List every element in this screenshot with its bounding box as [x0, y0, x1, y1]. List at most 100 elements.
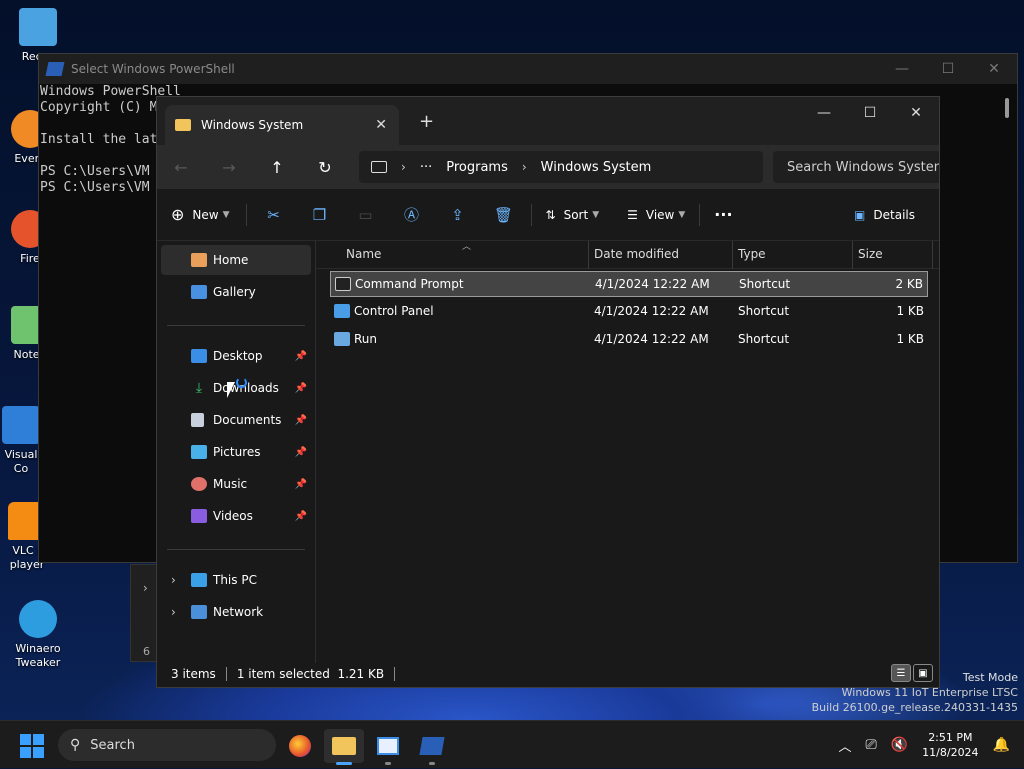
notification-bell-icon[interactable]: 🔔 [993, 737, 1010, 753]
sidebar-item-network[interactable]: › Network [161, 597, 311, 627]
table-row[interactable]: Command Prompt 4/1/2024 12:22 AM Shortcu… [330, 271, 928, 297]
pin-icon[interactable]: 📌 [295, 479, 307, 490]
sidebar-item-documents[interactable]: Documents 📌 [161, 405, 311, 435]
sidebar-item-videos[interactable]: Videos 📌 [161, 501, 311, 531]
sidebar-item-label: Videos [213, 509, 253, 523]
clock-date: 11/8/2024 [922, 746, 979, 759]
pin-icon[interactable]: 📌 [295, 511, 307, 522]
desktop-icon-vscode[interactable]: Visual Co [0, 406, 42, 476]
desktop-icon-label: Fire [20, 252, 40, 265]
share-icon[interactable]: ⇪ [435, 206, 481, 224]
home-icon [191, 253, 207, 267]
background-window-text: 6 [143, 645, 150, 658]
cut-icon[interactable]: ✂ [251, 206, 297, 224]
maximize-icon[interactable]: ☐ [847, 97, 893, 129]
taskbar-app-window[interactable] [368, 729, 408, 765]
navigation-pane: Home Gallery Desktop 📌 ⤓ Downloads 📌 Doc… [157, 241, 315, 663]
table-row[interactable]: Run 4/1/2024 12:22 AM Shortcut 1 KB [330, 327, 928, 353]
forward-arrow-icon[interactable]: → [205, 158, 253, 177]
busy-spinner-icon [236, 377, 247, 388]
column-header-date[interactable]: Date modified [594, 247, 679, 261]
chevron-right-icon[interactable]: › [522, 160, 527, 174]
up-arrow-icon[interactable]: ↑ [253, 158, 301, 177]
view-button[interactable]: ☰ View ▼ [627, 208, 685, 222]
pin-icon[interactable]: 📌 [295, 383, 307, 394]
column-divider[interactable] [732, 241, 733, 269]
pin-icon[interactable]: 📌 [295, 351, 307, 362]
pin-icon[interactable]: 📌 [295, 415, 307, 426]
taskbar-search[interactable]: ⚲ Search [58, 729, 276, 761]
rename-icon[interactable]: Ⓐ [389, 204, 435, 225]
breadcrumb-windows-system[interactable]: Windows System [541, 160, 652, 175]
taskbar-powershell[interactable] [412, 729, 452, 765]
breadcrumb-programs[interactable]: Programs [446, 160, 508, 175]
windows-logo-icon [20, 747, 31, 758]
minimize-icon[interactable]: — [879, 61, 925, 77]
file-size: 1 KB [896, 304, 924, 318]
file-type: Shortcut [738, 332, 790, 346]
chevron-right-icon[interactable]: › [171, 605, 176, 619]
breadcrumb-overflow[interactable]: ··· [420, 160, 432, 175]
column-divider[interactable] [852, 241, 853, 269]
column-divider[interactable] [932, 241, 933, 269]
paste-icon[interactable]: ▭ [343, 206, 389, 224]
details-label: Details [873, 207, 915, 222]
start-button[interactable] [20, 734, 44, 758]
table-row[interactable]: Control Panel 4/1/2024 12:22 AM Shortcut… [330, 299, 928, 325]
delete-icon[interactable]: 🗑 [481, 206, 527, 224]
display-icon[interactable]: ⎚ [866, 737, 877, 753]
maximize-icon[interactable]: ☐ [925, 61, 971, 77]
clock-time: 2:51 PM [928, 731, 973, 744]
tab-windows-system[interactable]: Windows System ✕ [165, 105, 399, 145]
sidebar-item-label: Network [213, 605, 264, 619]
column-header-type[interactable]: Type [738, 247, 766, 261]
column-divider[interactable] [588, 241, 589, 269]
sidebar-item-desktop[interactable]: Desktop 📌 [161, 341, 311, 371]
sidebar-item-gallery[interactable]: Gallery [161, 277, 311, 307]
desktop-icon [191, 349, 207, 363]
sort-button[interactable]: ⇅ Sort ▼ [546, 208, 600, 222]
file-explorer-window[interactable]: Windows System ✕ + — ☐ ✕ ← → ↑ ↻ › ··· P… [156, 96, 940, 688]
new-button[interactable]: ⊕ New ▼ [171, 205, 230, 224]
back-arrow-icon[interactable]: ← [157, 158, 205, 177]
chevron-right-icon[interactable]: › [143, 581, 148, 595]
close-icon[interactable]: ✕ [893, 97, 939, 129]
tab-bar: Windows System ✕ + — ☐ ✕ [157, 97, 939, 145]
this-pc-icon[interactable] [371, 161, 387, 173]
powershell-titlebar[interactable]: Select Windows PowerShell — ☐ ✕ [39, 54, 1017, 84]
chevron-right-icon[interactable]: › [171, 573, 176, 587]
search-input[interactable]: Search Windows System [773, 151, 939, 183]
close-tab-icon[interactable]: ✕ [375, 117, 387, 133]
details-button[interactable]: ▣ Details [854, 208, 915, 222]
chevron-up-icon[interactable]: ︿ [839, 736, 852, 755]
sidebar-item-music[interactable]: Music 📌 [161, 469, 311, 499]
taskbar-file-explorer[interactable] [324, 729, 364, 765]
file-type: Shortcut [738, 304, 790, 318]
sidebar-item-pictures[interactable]: Pictures 📌 [161, 437, 311, 467]
videos-icon [191, 509, 207, 523]
sidebar-item-home[interactable]: Home [161, 245, 311, 275]
refresh-icon[interactable]: ↻ [301, 158, 349, 177]
clock[interactable]: 2:51 PM 11/8/2024 [922, 730, 978, 760]
powershell-scrollbar[interactable] [1005, 98, 1009, 118]
file-list[interactable]: ︿ Name Date modified Type Size Command P… [316, 241, 939, 663]
close-icon[interactable]: ✕ [971, 61, 1017, 77]
desktop-icon-winaero[interactable]: Winaero Tweaker [8, 600, 68, 670]
new-tab-icon[interactable]: + [419, 111, 434, 132]
pin-icon[interactable]: 📌 [295, 447, 307, 458]
column-header-size[interactable]: Size [858, 247, 883, 261]
address-bar[interactable]: › ··· Programs › Windows System [359, 151, 763, 183]
minimize-icon[interactable]: — [801, 97, 847, 129]
sidebar-item-this-pc[interactable]: › This PC [161, 565, 311, 595]
copy-icon[interactable]: ❐ [297, 206, 343, 224]
sort-icon: ⇅ [545, 207, 556, 222]
column-header-name[interactable]: Name [346, 247, 381, 261]
network-icon [191, 605, 207, 619]
chevron-right-icon[interactable]: › [401, 160, 406, 174]
taskbar-firefox[interactable] [280, 729, 320, 763]
status-divider [394, 667, 396, 681]
more-options-icon[interactable]: ··· [714, 205, 732, 224]
volume-muted-icon[interactable]: 🔇 [891, 737, 908, 753]
windows-logo-icon [33, 747, 44, 758]
sidebar-item-label: Home [213, 253, 249, 267]
